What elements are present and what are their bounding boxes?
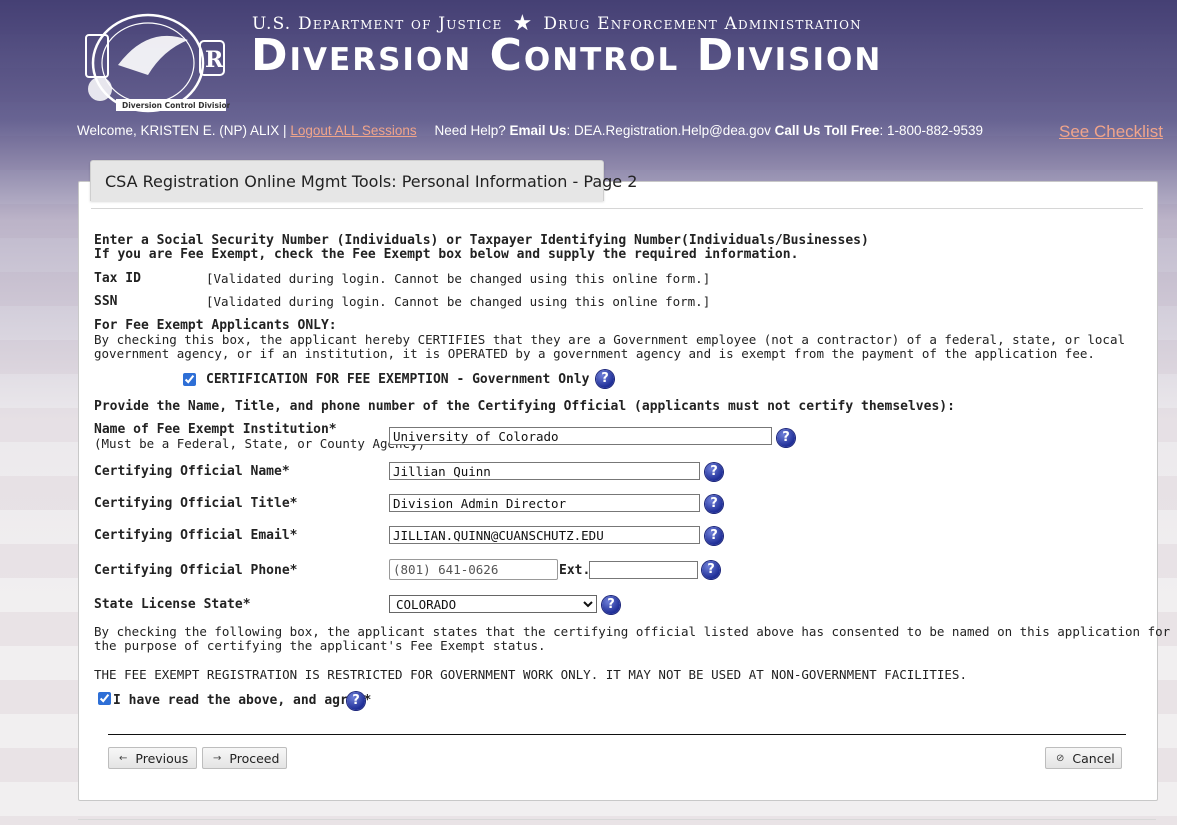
official-title-label: Certifying Official Title* (94, 496, 298, 511)
svg-text:Diversion Control Division: Diversion Control Division (122, 101, 230, 110)
intro-line-1: Enter a Social Security Number (Individu… (94, 233, 869, 248)
proceed-button[interactable]: → Proceed (202, 747, 287, 769)
help-icon[interactable]: ? (777, 429, 795, 447)
welcome-text: Welcome, KRISTEN E. (NP) ALIX | (77, 123, 287, 138)
toll-free-label: Toll Free (824, 123, 880, 138)
help-icon[interactable]: ? (702, 561, 720, 579)
institution-label: Name of Fee Exempt Institution* (94, 422, 337, 437)
help-icon[interactable]: ? (705, 527, 723, 545)
email-us-label: Email Us (509, 123, 567, 138)
agree-label: I have read the above, and agree* (113, 693, 372, 708)
welcome-bar: Welcome, KRISTEN E. (NP) ALIX | Logout A… (77, 123, 983, 138)
arrow-left-icon: ← (119, 752, 128, 764)
cancel-button[interactable]: ⊘ Cancel (1045, 747, 1122, 769)
help-icon[interactable]: ? (705, 463, 723, 481)
help-icon[interactable]: ? (347, 692, 365, 710)
provide-heading: Provide the Name, Title, and phone numbe… (94, 399, 955, 414)
official-name-label: Certifying Official Name* (94, 464, 290, 479)
official-phone-label: Certifying Official Phone* (94, 563, 298, 578)
agree-checkbox[interactable] (98, 692, 111, 705)
official-name-input[interactable] (389, 462, 700, 480)
page-tab: CSA Registration Online Mgmt Tools: Pers… (90, 160, 637, 201)
restriction-notice: THE FEE EXEMPT REGISTRATION IS RESTRICTE… (94, 667, 967, 682)
proceed-label: Proceed (229, 750, 280, 766)
help-contact: Need Help? Email Us: DEA.Registration.He… (434, 123, 983, 138)
state-select[interactable]: COLORADO (389, 595, 597, 613)
phone-value: : 1-800-882-9539 (879, 123, 984, 138)
fee-exempt-text-2: government agency, or if an institution,… (94, 346, 1095, 361)
help-icon[interactable]: ? (602, 596, 620, 614)
cancel-label: Cancel (1072, 750, 1115, 766)
previous-button[interactable]: ← Previous (108, 747, 197, 769)
state-label: State License State* (94, 597, 251, 612)
ssn-value: [Validated during login. Cannot be chang… (206, 294, 711, 309)
svg-text:R: R (205, 47, 224, 73)
help-icon[interactable]: ? (596, 370, 614, 388)
help-icon[interactable]: ? (705, 495, 723, 513)
certification-checkbox[interactable] (183, 373, 196, 386)
page-title: CSA Registration Online Mgmt Tools: Pers… (105, 172, 638, 191)
cancel-icon: ⊘ (1056, 752, 1065, 764)
bottom-divider (78, 819, 1156, 820)
official-phone-input[interactable] (389, 559, 558, 580)
official-email-input[interactable] (389, 526, 700, 544)
need-help-text: Need Help? (434, 123, 506, 138)
ext-label: Ext. (559, 563, 591, 578)
tax-id-label: Tax ID (94, 271, 141, 286)
logout-link[interactable]: Logout ALL Sessions (290, 123, 416, 138)
fee-exempt-heading: For Fee Exempt Applicants ONLY: (94, 318, 337, 333)
intro-line-2: If you are Fee Exempt, check the Fee Exe… (94, 247, 799, 262)
official-email-label: Certifying Official Email* (94, 528, 298, 543)
tax-id-value: [Validated during login. Cannot be chang… (206, 271, 711, 286)
dea-diversion-logo[interactable]: R Diversion Control Division (78, 5, 230, 113)
institution-input[interactable] (389, 427, 772, 445)
official-title-input[interactable] (389, 494, 700, 512)
tab-divider (91, 208, 1143, 209)
institution-sublabel: (Must be a Federal, State, or County Age… (94, 436, 426, 451)
ssn-label: SSN (94, 294, 118, 309)
fee-exempt-text-1: By checking this box, the applicant here… (94, 332, 1126, 347)
consent-text-2: the purpose of certifying the applicant'… (94, 638, 546, 653)
call-us-label: Call Us (774, 123, 821, 138)
footer-divider (108, 734, 1126, 735)
see-checklist-link[interactable]: See Checklist (1059, 122, 1163, 142)
email-value: : DEA.Registration.Help@dea.gov (566, 123, 771, 138)
certification-label: CERTIFICATION FOR FEE EXEMPTION - Govern… (206, 372, 590, 387)
ext-input[interactable] (589, 561, 698, 579)
arrow-right-icon: → (213, 752, 222, 764)
site-header: R Diversion Control Division U.S. Depart… (0, 0, 1177, 155)
consent-text-1: By checking the following box, the appli… (94, 624, 1171, 639)
previous-label: Previous (135, 750, 189, 766)
division-title: Diversion Control Division (251, 30, 883, 81)
